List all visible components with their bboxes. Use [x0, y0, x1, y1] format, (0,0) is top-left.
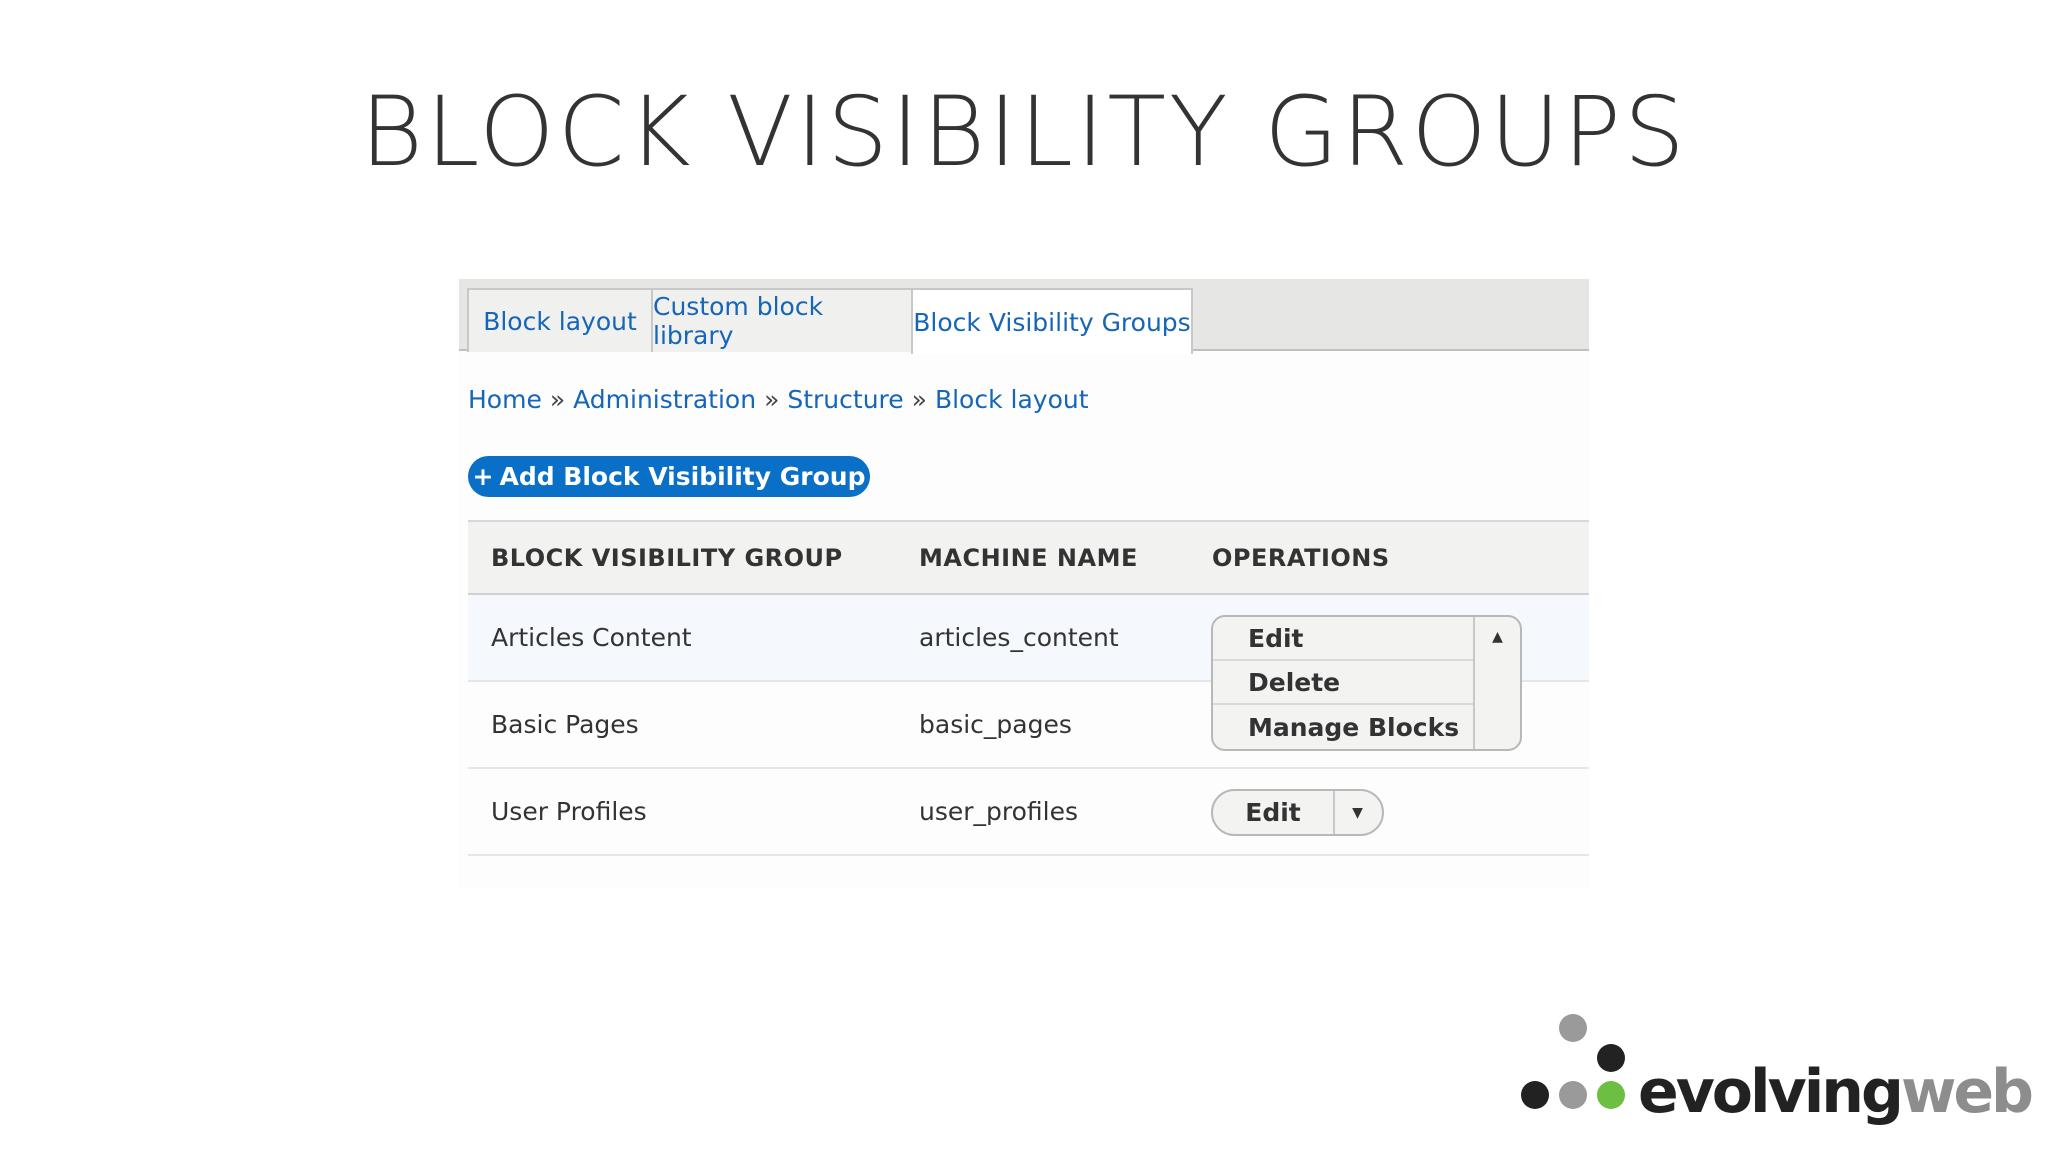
tab-block-visibility-groups[interactable]: Block Visibility Groups [911, 288, 1193, 354]
breadcrumb-separator: » [549, 385, 566, 414]
add-button-label: Add Block Visibility Group [499, 462, 866, 491]
logo-wordmark: evolvingweb [1638, 1057, 2034, 1127]
machine-name: articles_content [919, 623, 1119, 652]
plus-icon: + [472, 462, 494, 491]
evolvingweb-logo: evolvingweb [1518, 1010, 2034, 1130]
breadcrumb-administration[interactable]: Administration [573, 385, 756, 414]
edit-button[interactable]: Edit [1213, 791, 1335, 834]
table-header: BLOCK VISIBILITY GROUP MACHINE NAME OPER… [468, 520, 1589, 595]
operations-dropdown-closed: Edit ▼ [1211, 789, 1384, 836]
breadcrumb-structure[interactable]: Structure [787, 385, 903, 414]
breadcrumb-separator: » [764, 385, 780, 414]
chevron-down-icon[interactable]: ▼ [1333, 791, 1382, 834]
table-row: User Profiles user_profiles [468, 769, 1589, 856]
group-name: User Profiles [491, 797, 647, 826]
slide-title: BLOCK VISIBILITY GROUPS [360, 76, 1688, 188]
breadcrumb-separator: » [911, 385, 927, 414]
tab-block-layout[interactable]: Block layout [467, 288, 653, 352]
dropdown-manage-blocks[interactable]: Manage Blocks [1213, 705, 1475, 749]
breadcrumb-home[interactable]: Home [468, 385, 542, 414]
group-name: Basic Pages [491, 710, 639, 739]
operations-dropdown-open: Edit Delete Manage Blocks ▲ [1211, 615, 1522, 751]
dots-logo-icon [1521, 1014, 1625, 1109]
admin-screenshot: Block layout Custom block library Block … [459, 279, 1589, 889]
machine-name: basic_pages [919, 710, 1072, 739]
tab-custom-block-library[interactable]: Custom block library [651, 288, 913, 352]
header-machine-name[interactable]: MACHINE NAME [919, 522, 1138, 593]
header-operations: OPERATIONS [1212, 543, 1390, 572]
tab-bar: Block layout Custom block library Block … [459, 279, 1589, 354]
chevron-up-icon[interactable]: ▲ [1473, 617, 1520, 749]
header-block-visibility-group[interactable]: BLOCK VISIBILITY GROUP [491, 522, 843, 593]
breadcrumb-block-layout[interactable]: Block layout [935, 385, 1089, 414]
breadcrumb: Home» Administration» Structure» Block layo… [468, 385, 1089, 414]
group-name: Articles Content [491, 623, 692, 652]
dropdown-delete[interactable]: Delete [1213, 661, 1475, 705]
dropdown-edit[interactable]: Edit [1213, 617, 1475, 661]
machine-name: user_profiles [919, 797, 1079, 826]
add-block-visibility-group-button[interactable]: + Add Block Visibility Group [468, 456, 870, 497]
